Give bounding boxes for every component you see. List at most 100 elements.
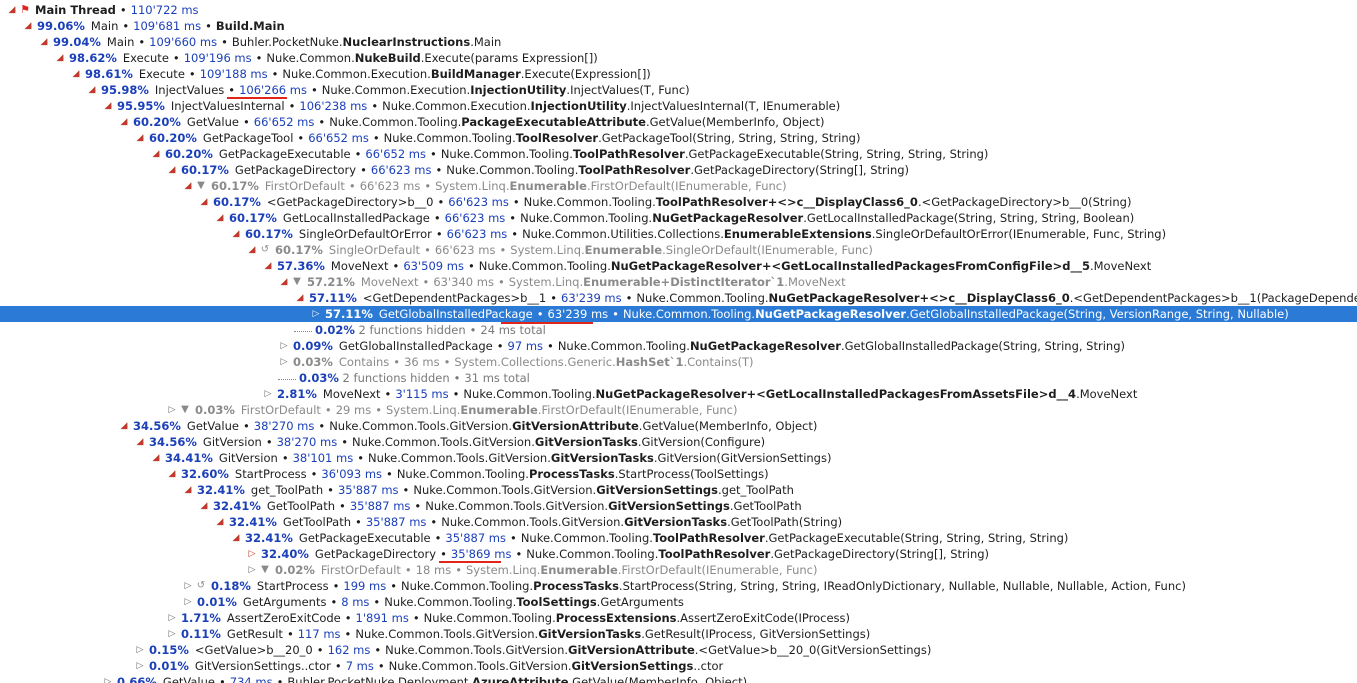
expanded-triangle-icon[interactable]: ◢ <box>6 2 18 18</box>
class-name: AzureAttribute <box>472 675 569 683</box>
expanded-triangle-icon[interactable]: ◢ <box>230 226 242 242</box>
signature-part: Nuke.Common.Tools.GitVersion. <box>355 627 539 641</box>
expanded-triangle-icon[interactable]: ◢ <box>214 514 226 530</box>
tree-row[interactable]: ▷ 0.03% Contains • 36 ms • System.Collections.… <box>0 354 1357 370</box>
expanded-triangle-icon[interactable]: ◢ <box>198 194 210 210</box>
time-ms: 109'681 ms <box>133 19 202 33</box>
tree-row[interactable]: ◢ 60.17% <GetPackageDirectory>b__0 • 66'623 … <box>0 194 1357 210</box>
collapsed-triangle-icon[interactable]: ▷ <box>278 354 290 370</box>
percent: 60.20% <box>149 131 197 145</box>
expanded-triangle-icon[interactable]: ◢ <box>118 114 130 130</box>
tree-row[interactable]: ◢ ↺ 60.17% SingleOrDefault • 66'623 ms • System… <box>0 242 1357 258</box>
signature-part: .GetGlobalInstalledPackage(String, Strin… <box>840 339 1125 353</box>
tree-row[interactable]: ▷ 0.01% GetArguments • 8 ms • Nuke.Common.Tool… <box>0 594 1357 610</box>
tree-row[interactable]: ▷ ↺ 0.18% StartProcess • 199 ms • Nuke.Common.T… <box>0 578 1357 594</box>
tree-row[interactable]: ◢ 57.36% MoveNext • 63'509 ms • Nuke.Common.To… <box>0 258 1357 274</box>
tree-row[interactable]: ▷ 32.40% GetPackageDirectory • 35'869 ms • Nuk… <box>0 546 1357 562</box>
expanded-triangle-icon[interactable]: ◢ <box>102 98 114 114</box>
tree-row[interactable]: ◢ 32.41% get_ToolPath • 35'887 ms • Nuke.Commo… <box>0 482 1357 498</box>
hidden-functions-label[interactable]: 2 functions hidden <box>355 323 466 337</box>
expanded-triangle-icon[interactable]: ◢ <box>70 66 82 82</box>
expanded-triangle-icon[interactable]: ◢ <box>278 274 290 290</box>
collapsed-triangle-icon[interactable]: ▷ <box>262 386 274 402</box>
tree-row[interactable]: ◢ 60.20% GetPackageTool • 66'652 ms • Nuke.Com… <box>0 130 1357 146</box>
separator-dot: • <box>414 499 422 513</box>
collapsed-triangle-icon[interactable]: ▷ <box>310 306 322 322</box>
collapsed-triangle-icon[interactable]: ▷ <box>278 338 290 354</box>
expanded-triangle-icon[interactable]: ◢ <box>262 258 274 274</box>
expanded-triangle-icon[interactable]: ◢ <box>166 162 178 178</box>
tree-row[interactable]: ◢ 99.06% Main • 109'681 ms • Build.Main <box>0 18 1357 34</box>
tree-row[interactable]: ◢ 32.41% GetPackageExecutable • 35'887 ms • Nu… <box>0 530 1357 546</box>
separator-dot: • <box>324 403 332 417</box>
tree-row[interactable]: ◢ 98.62% Execute • 109'196 ms • Nuke.Common.Nu… <box>0 50 1357 66</box>
tree-row[interactable]: ◢ 34.56% GitVersion • 38'270 ms • Nuke.Common.… <box>0 434 1357 450</box>
method-signature: Nuke.Common.Tools.GitVersion.GitVersionT… <box>441 515 842 529</box>
tree-row[interactable]: ◢ 32.41% GetToolPath • 35'887 ms • Nuke.Common… <box>0 514 1357 530</box>
tree-row[interactable]: ◢ 32.60% StartProcess • 36'093 ms • Nuke.Commo… <box>0 466 1357 482</box>
tree-row-selected[interactable]: ▷ 57.11% GetGlobalInstalledPackage • 63'239 … <box>0 306 1357 322</box>
tree-row[interactable]: 0.02% 2 functions hidden • 24 ms total <box>0 322 1357 338</box>
tree-row[interactable]: ◢ 34.41% GitVersion • 38'101 ms • Nuke.Common.… <box>0 450 1357 466</box>
tree-row[interactable]: ▷ 0.11% GetResult • 117 ms • Nuke.Common.Tools… <box>0 626 1357 642</box>
expanded-triangle-icon[interactable]: ◢ <box>214 210 226 226</box>
time-ms: 66'623 ms <box>359 179 421 193</box>
time-ms: 18 ms <box>415 563 452 577</box>
tree-row[interactable]: ◢ 95.95% InjectValuesInternal • 106'238 ms • N… <box>0 98 1357 114</box>
collapsed-triangle-icon[interactable]: ▷ <box>134 658 146 674</box>
expanded-triangle-icon[interactable]: ◢ <box>294 290 306 306</box>
expanded-triangle-icon[interactable]: ◢ <box>38 34 50 50</box>
hidden-functions-label[interactable]: 2 functions hidden <box>339 371 450 385</box>
tree-row[interactable]: ◢ 60.20% GetValue • 66'652 ms • Nuke.Common.To… <box>0 114 1357 130</box>
expanded-triangle-icon[interactable]: ◢ <box>230 530 242 546</box>
tree-row[interactable]: ◢ 99.04% Main • 109'660 ms • Buhler.PocketNuke… <box>0 34 1357 50</box>
expanded-triangle-icon[interactable]: ◢ <box>198 498 210 514</box>
expanded-triangle-icon[interactable]: ◢ <box>150 450 162 466</box>
collapsed-triangle-icon[interactable]: ▷ <box>166 402 178 418</box>
tree-row[interactable]: ◢ 98.61% Execute • 109'188 ms • Nuke.Common.Ex… <box>0 66 1357 82</box>
tree-row[interactable]: ◢ 34.56% GetValue • 38'270 ms • Nuke.Common.To… <box>0 418 1357 434</box>
expanded-triangle-icon[interactable]: ◢ <box>166 466 178 482</box>
tree-row[interactable]: ▷ ▼ 0.02% FirstOrDefault • 18 ms • System.Linq.… <box>0 562 1357 578</box>
signature-part: .StartProcess(ToolSettings) <box>614 467 769 481</box>
tree-row[interactable]: ◢ 60.17% GetPackageDirectory • 66'623 ms • Nuk… <box>0 162 1357 178</box>
tree-row[interactable]: ▷ 1.71% AssertZeroExitCode • 1'891 ms • Nuke.C… <box>0 610 1357 626</box>
tree-row[interactable]: ▷ 0.66% GetValue • 734 ms • Buhler.PocketNuke.… <box>0 674 1357 683</box>
tree-row[interactable]: ◢ 32.41% GetToolPath • 35'887 ms • Nuke.Common… <box>0 498 1357 514</box>
expanded-triangle-icon[interactable]: ◢ <box>118 418 130 434</box>
collapsed-triangle-icon[interactable]: ▷ <box>182 578 194 594</box>
expanded-triangle-icon[interactable]: ◢ <box>134 130 146 146</box>
expanded-triangle-icon[interactable]: ◢ <box>22 18 34 34</box>
function-name: MoveNext <box>322 387 381 401</box>
expanded-triangle-icon[interactable]: ◢ <box>150 146 162 162</box>
tree-row[interactable]: ◢ 57.11% <GetDependentPackages>b__1 • 63'239… <box>0 290 1357 306</box>
collapsed-triangle-icon[interactable]: ▷ <box>182 594 194 610</box>
collapsed-triangle-icon[interactable]: ▷ <box>102 674 114 683</box>
tree-row[interactable]: ◢ 60.20% GetPackageExecutable • 66'652 ms • Nu… <box>0 146 1357 162</box>
tree-row[interactable]: ◢ ⚑ Main Thread • 110'722 ms <box>0 2 1357 18</box>
tree-row[interactable]: ◢ 60.17% SingleOrDefaultOrError • 66'623 ms •… <box>0 226 1357 242</box>
tree-row[interactable]: ▷ 0.01% GitVersionSettings..ctor • 7 ms • Nuke… <box>0 658 1357 674</box>
tree-row[interactable]: 0.03% 2 functions hidden • 31 ms total <box>0 370 1357 386</box>
call-tree[interactable]: ◢ ⚑ Main Thread • 110'722 ms ◢ 99.06% Main • 109'… <box>0 0 1357 683</box>
tree-row[interactable]: ▷ ▼ 0.03% FirstOrDefault • 29 ms • System.Linq.… <box>0 402 1357 418</box>
tree-row[interactable]: ◢ 95.98% InjectValues • 106'266 ms • Nuke.Comm… <box>0 82 1357 98</box>
collapsed-triangle-icon[interactable]: ▷ <box>246 546 258 562</box>
tree-row[interactable]: ▷ 0.09% GetGlobalInstalledPackage • 97 ms • Nu… <box>0 338 1357 354</box>
tree-row[interactable]: ◢ 60.17% GetLocalInstalledPackage • 66'623 m… <box>0 210 1357 226</box>
tree-row[interactable]: ▷ 0.15% <GetValue>b__20_0 • 162 ms • Nuke.Comm… <box>0 642 1357 658</box>
tree-row[interactable]: ◢ ▼ 57.21% MoveNext • 63'340 ms • System.Linq.E… <box>0 274 1357 290</box>
tree-row[interactable]: ◢ ▼ 60.17% FirstOrDefault • 66'623 ms • System.… <box>0 178 1357 194</box>
expanded-triangle-icon[interactable]: ◢ <box>182 178 194 194</box>
expanded-triangle-icon[interactable]: ◢ <box>54 50 66 66</box>
collapsed-triangle-icon[interactable]: ▷ <box>166 610 178 626</box>
signature-part: System.Linq. <box>508 275 584 289</box>
expanded-triangle-icon[interactable]: ◢ <box>246 242 258 258</box>
expanded-triangle-icon[interactable]: ◢ <box>86 82 98 98</box>
expanded-triangle-icon[interactable]: ◢ <box>182 482 194 498</box>
collapsed-triangle-icon[interactable]: ▷ <box>246 562 258 578</box>
collapsed-triangle-icon[interactable]: ▷ <box>134 642 146 658</box>
tree-row[interactable]: ▷ 2.81% MoveNext • 3'115 ms • Nuke.Common.Tool… <box>0 386 1357 402</box>
expanded-triangle-icon[interactable]: ◢ <box>134 434 146 450</box>
collapsed-triangle-icon[interactable]: ▷ <box>166 626 178 642</box>
